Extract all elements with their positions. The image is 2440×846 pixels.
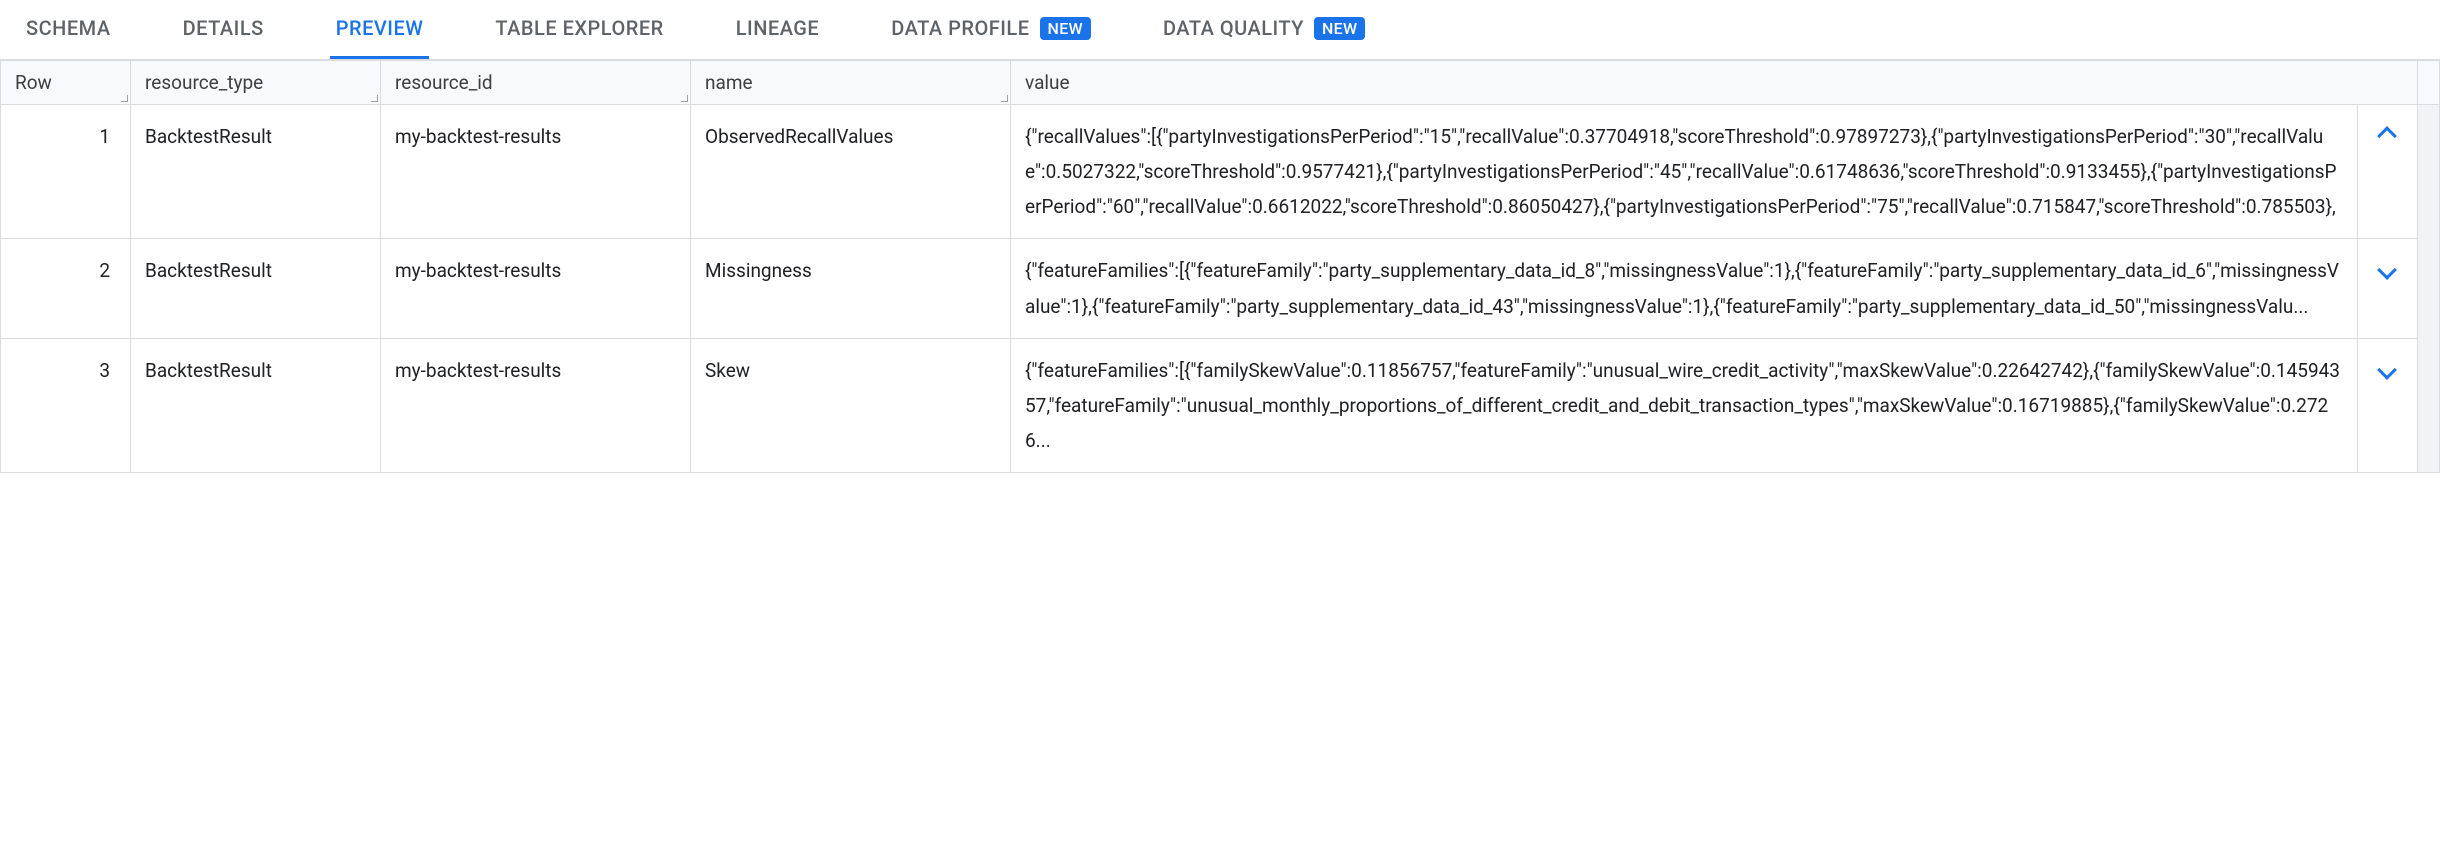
- chevron-down-icon: [2378, 360, 2398, 380]
- cell-value: {"recallValues":[{"partyInvestigationsPe…: [1011, 105, 2358, 239]
- col-header-name[interactable]: name: [691, 61, 1011, 105]
- cell-name: Skew: [691, 338, 1011, 472]
- col-header-row[interactable]: Row: [1, 61, 131, 105]
- cell-row-number: 2: [1, 239, 131, 338]
- cell-resource-type: BacktestResult: [131, 239, 381, 338]
- cell-row-number: 1: [1, 105, 131, 239]
- tab-data-profile[interactable]: DATA PROFILE NEW: [885, 0, 1097, 59]
- chevron-up-icon: [2378, 126, 2398, 146]
- cell-resource-type: BacktestResult: [131, 105, 381, 239]
- tab-details[interactable]: DETAILS: [177, 0, 270, 59]
- cell-expand-toggle[interactable]: [2357, 105, 2417, 239]
- tab-table-explorer[interactable]: TABLE EXPLORER: [489, 0, 669, 59]
- cell-resource-type: BacktestResult: [131, 338, 381, 472]
- cell-value: {"featureFamilies":[{"familySkewValue":0…: [1011, 338, 2358, 472]
- chevron-down-icon: [2378, 261, 2398, 281]
- column-resize-handle[interactable]: [1000, 61, 1010, 104]
- new-badge: NEW: [1040, 17, 1091, 40]
- column-resize-handle[interactable]: [680, 61, 690, 104]
- new-badge: NEW: [1314, 17, 1365, 40]
- cell-row-number: 3: [1, 338, 131, 472]
- cell-resource-id: my-backtest-results: [381, 105, 691, 239]
- tab-lineage[interactable]: LINEAGE: [730, 0, 826, 59]
- column-resize-handle[interactable]: [370, 61, 380, 104]
- vertical-scrollbar-track[interactable]: [2418, 61, 2440, 105]
- tab-data-quality[interactable]: DATA QUALITY NEW: [1157, 0, 1371, 59]
- col-header-resource-type[interactable]: resource_type: [131, 61, 381, 105]
- tab-bar: SCHEMA DETAILS PREVIEW TABLE EXPLORER LI…: [0, 0, 2440, 60]
- cell-name: Missingness: [691, 239, 1011, 338]
- cell-expand-toggle[interactable]: [2357, 239, 2417, 338]
- tab-schema[interactable]: SCHEMA: [20, 0, 117, 59]
- tab-preview[interactable]: PREVIEW: [330, 0, 430, 59]
- table-header-row: Row resource_type resource_id name value: [1, 61, 2440, 105]
- cell-resource-id: my-backtest-results: [381, 338, 691, 472]
- preview-table: Row resource_type resource_id name value…: [0, 60, 2440, 473]
- cell-name: ObservedRecallValues: [691, 105, 1011, 239]
- table-row: 2 BacktestResult my-backtest-results Mis…: [1, 239, 2440, 338]
- cell-resource-id: my-backtest-results: [381, 239, 691, 338]
- column-resize-handle[interactable]: [120, 61, 130, 104]
- table-row: 3 BacktestResult my-backtest-results Ske…: [1, 338, 2440, 472]
- cell-expand-toggle[interactable]: [2357, 338, 2417, 472]
- col-header-value[interactable]: value: [1011, 61, 2418, 105]
- cell-value: {"featureFamilies":[{"featureFamily":"pa…: [1011, 239, 2358, 338]
- col-header-resource-id[interactable]: resource_id: [381, 61, 691, 105]
- vertical-scrollbar-track[interactable]: [2418, 105, 2440, 473]
- table-row: 1 BacktestResult my-backtest-results Obs…: [1, 105, 2440, 239]
